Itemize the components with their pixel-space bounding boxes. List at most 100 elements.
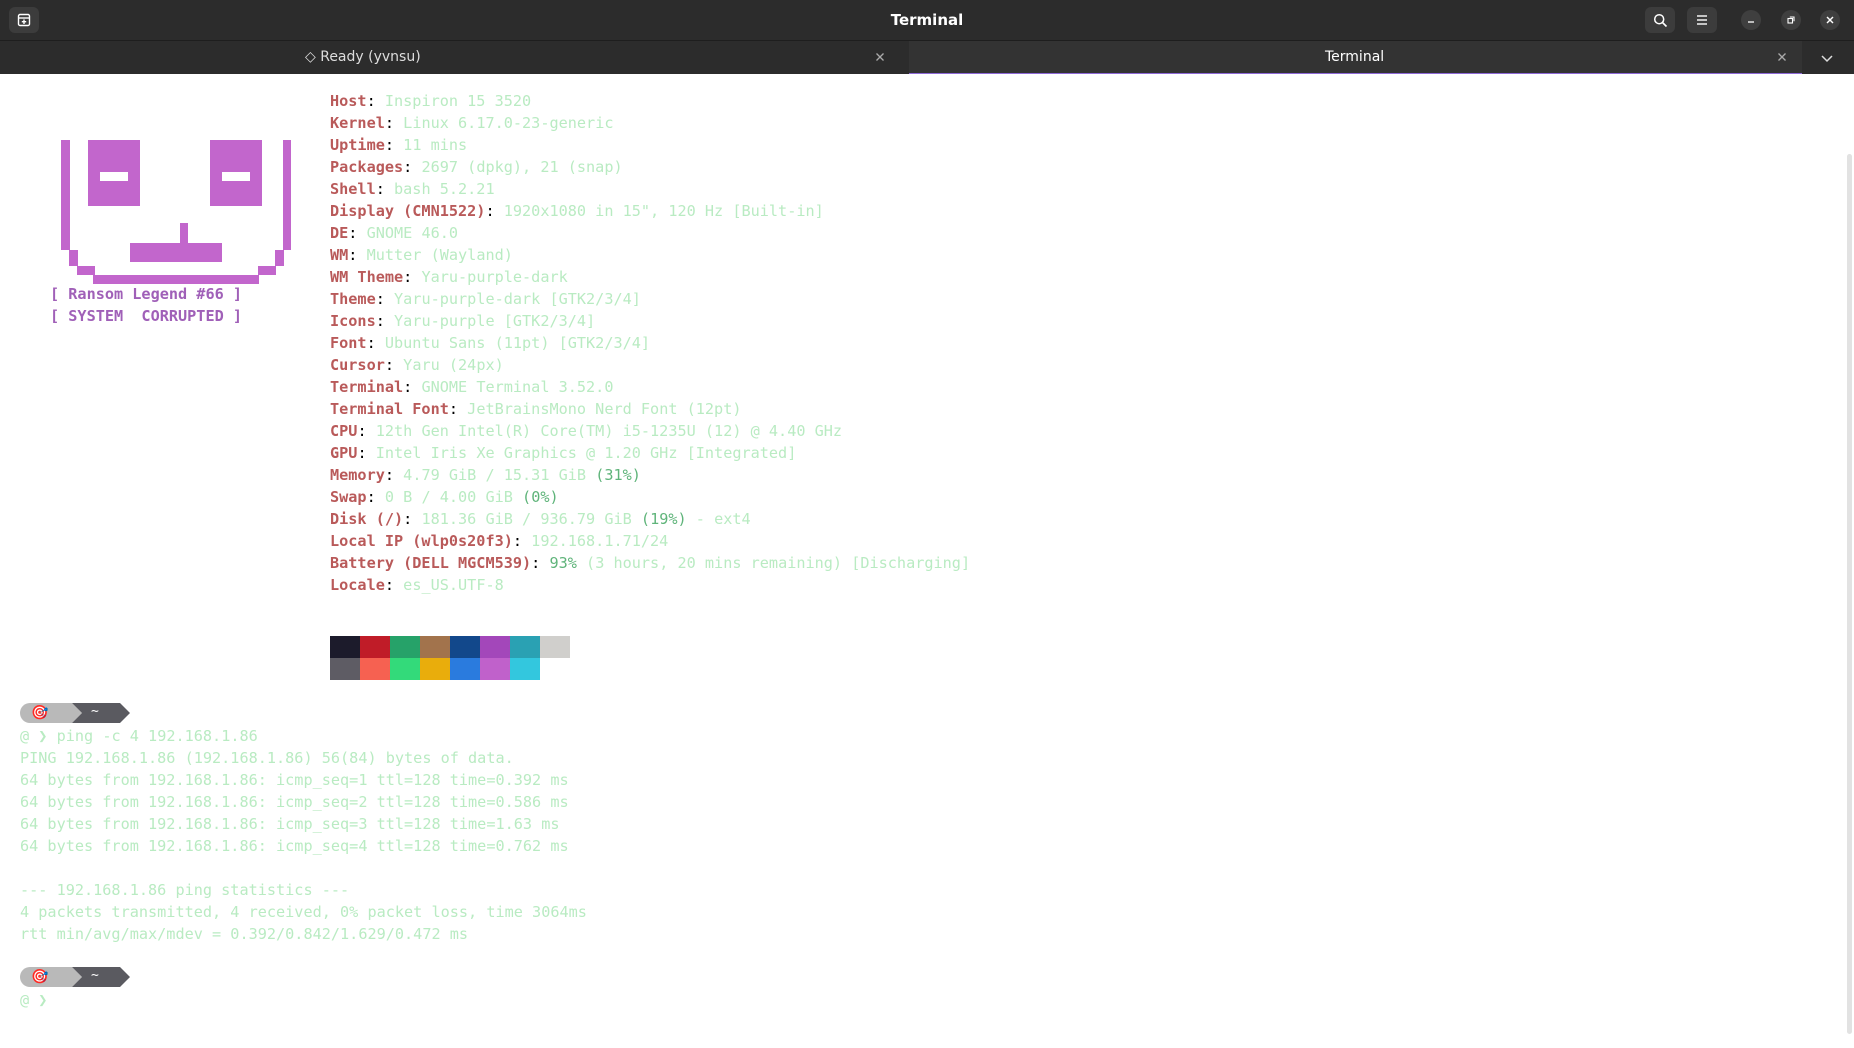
sysinfo-row: Theme: Yaru-purple-dark [GTK2/3/4]	[330, 290, 641, 308]
restore-button[interactable]	[1781, 10, 1801, 30]
sysinfo-value: GNOME Terminal 3.52.0	[421, 378, 614, 396]
tab-close-icon[interactable]	[1775, 50, 1789, 64]
sysinfo-row: WM Theme: Yaru-purple-dark	[330, 268, 568, 286]
close-icon	[1826, 16, 1834, 24]
sysinfo-row: Swap: 0 B / 4.00 GiB (0%)	[330, 488, 559, 506]
tab-close-icon[interactable]	[873, 50, 887, 64]
tab-terminal-label: Terminal	[1325, 49, 1385, 65]
sysinfo-key: WM	[330, 246, 349, 264]
color-swatch	[450, 636, 480, 658]
sysinfo-value: Ubuntu Sans (11pt) [GTK2/3/4]	[384, 334, 651, 352]
output-line: 64 bytes from 192.168.1.86: icmp_seq=4 t…	[20, 837, 569, 855]
sysinfo-value: GNOME 46.0	[366, 224, 459, 242]
prompt-dir: ~	[91, 704, 99, 719]
sysinfo-key: Kernel	[330, 114, 385, 132]
sysinfo-key: Terminal	[330, 378, 404, 396]
tab-list-button[interactable]	[1818, 49, 1836, 67]
sysinfo-key: Local IP (wlp0s20f3)	[330, 532, 513, 550]
sysinfo-value: 4.79 GiB / 15.31 GiB	[403, 466, 587, 484]
sysinfo-key: Disk (/)	[330, 510, 404, 528]
tab-ready[interactable]: ◇ Ready (yvnsu)	[0, 41, 909, 74]
sysinfo-value: 11 mins	[403, 136, 468, 154]
sysinfo-row: Shell: bash 5.2.21	[330, 180, 495, 198]
prompt-prefix: @	[20, 727, 39, 745]
logo-caption-1: [ Ransom Legend #66 ]	[50, 285, 243, 303]
output-line: 4 packets transmitted, 4 received, 0% pa…	[20, 903, 587, 921]
sysinfo-key: Shell	[330, 180, 376, 198]
sysinfo-row: Font: Ubuntu Sans (11pt) [GTK2/3/4]	[330, 334, 651, 352]
output-line: --- 192.168.1.86 ping statistics ---	[20, 881, 350, 899]
sysinfo-value: 0 B / 4.00 GiB	[384, 488, 513, 506]
sysinfo-suffix: (3 hours, 20 mins remaining) [Dischargin…	[576, 554, 971, 572]
tab-bar: ◇ Ready (yvnsu) Terminal	[0, 40, 1854, 76]
sysinfo-key: Display (CMN1522)	[330, 202, 486, 220]
new-tab-button[interactable]	[9, 7, 39, 33]
minimize-button[interactable]	[1741, 10, 1761, 30]
output-line: 64 bytes from 192.168.1.86: icmp_seq=2 t…	[20, 793, 569, 811]
sysinfo-value: Yaru (24px)	[403, 356, 504, 374]
sysinfo-value: bash 5.2.21	[394, 180, 495, 198]
sysinfo-value: 192.168.1.71/24	[531, 532, 669, 550]
color-swatch	[360, 658, 390, 680]
target-icon: 🎯	[31, 705, 49, 721]
prompt-symbol: ❯	[38, 727, 48, 745]
prompt-line: @ ❯	[20, 989, 47, 1011]
sysinfo-row: Terminal: GNOME Terminal 3.52.0	[330, 378, 614, 396]
sysinfo-key: Icons	[330, 312, 376, 330]
new-tab-icon	[17, 13, 31, 27]
sysinfo-row: Uptime: 11 mins	[330, 136, 468, 154]
sysinfo-value: Inspiron 15 3520	[384, 92, 532, 110]
search-button[interactable]	[1645, 7, 1675, 33]
sysinfo-key: Packages	[330, 158, 404, 176]
sysinfo-row: DE: GNOME 46.0	[330, 224, 459, 242]
scrollbar[interactable]	[1847, 154, 1852, 1034]
menu-button[interactable]	[1687, 7, 1717, 33]
sysinfo-key: Locale	[330, 576, 385, 594]
color-swatch	[480, 658, 510, 680]
sysinfo-key: Swap	[330, 488, 367, 506]
sysinfo-value: Yaru-purple [GTK2/3/4]	[394, 312, 596, 330]
output-line: rtt min/avg/max/mdev = 0.392/0.842/1.629…	[20, 925, 469, 943]
sysinfo-key: GPU	[330, 444, 358, 462]
sysinfo-row: Battery (DELL MGCM539): 93% (3 hours, 20…	[330, 554, 971, 572]
sysinfo-row: Locale: es_US.UTF-8	[330, 576, 504, 594]
sysinfo-highlight: (0%)	[522, 488, 559, 506]
tab-terminal[interactable]: Terminal	[909, 41, 1802, 76]
chevron-down-icon	[1821, 55, 1833, 63]
color-swatch	[510, 636, 540, 658]
sysinfo-row: Host: Inspiron 15 3520	[330, 92, 532, 110]
output-line: 64 bytes from 192.168.1.86: icmp_seq=1 t…	[20, 771, 569, 789]
sysinfo-key: Terminal Font	[330, 400, 449, 418]
color-swatch	[420, 658, 450, 680]
sysinfo-key: Cursor	[330, 356, 385, 374]
sysinfo-key: CPU	[330, 422, 358, 440]
sysinfo-row: CPU: 12th Gen Intel(R) Core(TM) i5-1235U…	[330, 422, 843, 440]
sysinfo-key: Battery (DELL MGCM539)	[330, 554, 532, 572]
sysinfo-value: 181.36 GiB / 936.79 GiB	[421, 510, 632, 528]
prompt-dir: ~	[91, 968, 99, 983]
sysinfo-key: WM Theme	[330, 268, 404, 286]
window-title: Terminal	[890, 11, 964, 29]
sysinfo-row: Local IP (wlp0s20f3): 192.168.1.71/24	[330, 532, 669, 550]
sysinfo-row: Terminal Font: JetBrainsMono Nerd Font (…	[330, 400, 742, 418]
command-text: ping -c 4 192.168.1.86	[56, 727, 258, 745]
logo-caption-2: [ SYSTEM CORRUPTED ]	[50, 307, 243, 325]
sysinfo-value: es_US.UTF-8	[403, 576, 504, 594]
sysinfo-highlight: (31%)	[595, 466, 641, 484]
sysinfo-value: 2697 (dpkg), 21 (snap)	[421, 158, 623, 176]
prompt-symbol: ❯	[38, 991, 48, 1009]
hamburger-menu-icon	[1697, 15, 1707, 25]
terminal-output[interactable]: [ Ransom Legend #66 ] [ SYSTEM CORRUPTED…	[0, 74, 1854, 1048]
sysinfo-row: WM: Mutter (Wayland)	[330, 246, 513, 264]
sysinfo-row: Icons: Yaru-purple [GTK2/3/4]	[330, 312, 596, 330]
sysinfo-row: Memory: 4.79 GiB / 15.31 GiB (31%)	[330, 466, 641, 484]
color-swatch	[330, 636, 360, 658]
sysinfo-row: Display (CMN1522): 1920x1080 in 15", 120…	[330, 202, 824, 220]
sysinfo-value: Mutter (Wayland)	[366, 246, 513, 264]
color-swatch	[390, 658, 420, 680]
sysinfo-row: Packages: 2697 (dpkg), 21 (snap)	[330, 158, 623, 176]
sysinfo-row: GPU: Intel Iris Xe Graphics @ 1.20 GHz […	[330, 444, 797, 462]
color-swatch	[540, 636, 570, 658]
minimize-icon	[1748, 21, 1754, 23]
close-button[interactable]	[1820, 10, 1840, 30]
